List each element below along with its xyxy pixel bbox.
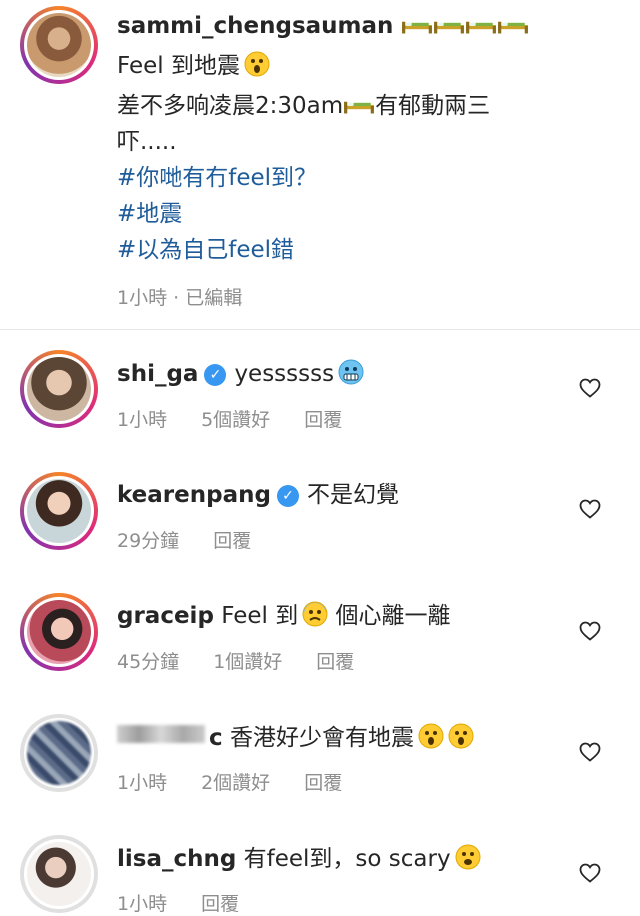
verified-badge-icon: ✓	[204, 364, 227, 386]
bed-icon	[465, 17, 497, 35]
comment-text-2: 個心離一離	[335, 603, 451, 629]
heart-outline-icon[interactable]	[578, 497, 602, 521]
comment-avatar[interactable]	[20, 714, 98, 792]
reply-button[interactable]: 回覆	[304, 409, 342, 431]
fearful-emoji	[302, 601, 328, 627]
divider	[0, 329, 640, 330]
post-text-line-1: Feel 到地震	[117, 53, 240, 79]
post-text-line-2a: 差不多响凌晨2:30am	[117, 93, 344, 119]
reply-button[interactable]: 回覆	[316, 651, 354, 673]
frowning-open-mouth-emoji	[455, 844, 481, 870]
comment-text: Feel 到	[221, 603, 299, 629]
comment-text: 有feel到，so scary	[243, 846, 451, 872]
astonished-emoji	[448, 723, 474, 749]
heart-outline-icon[interactable]	[578, 619, 602, 643]
comment-time: 29分鐘	[117, 530, 180, 552]
blurred-username	[117, 725, 205, 743]
comment-username[interactable]: graceip	[117, 603, 214, 629]
post-text-line-2b: 有郁動兩三	[375, 93, 491, 119]
comment-time: 1小時	[117, 409, 168, 431]
hashtag[interactable]: #你哋有冇feel到？	[117, 160, 317, 196]
verified-badge-icon: ✓	[276, 485, 299, 507]
bed-icon	[497, 17, 529, 35]
heart-outline-icon[interactable]	[578, 376, 602, 400]
hashtag[interactable]: #地震	[117, 196, 182, 232]
comment-time: 1小時	[117, 772, 168, 794]
comment-text: yessssss	[234, 361, 335, 387]
post-username[interactable]: sammi_chengsauman	[117, 13, 393, 39]
reply-button[interactable]: 回覆	[304, 772, 342, 794]
comment-username[interactable]: kearenpang	[117, 482, 271, 508]
heart-outline-icon[interactable]	[578, 740, 602, 764]
bed-icon	[343, 97, 375, 115]
comment-time: 45分鐘	[117, 651, 180, 673]
comment-username[interactable]: c	[209, 725, 223, 751]
heart-outline-icon[interactable]	[578, 861, 602, 885]
comment-likes[interactable]: 1個讚好	[213, 651, 282, 673]
comment-time: 1小時	[117, 893, 168, 915]
comment-username[interactable]: shi_ga	[117, 361, 198, 387]
post-text-line-3: 吓.....	[117, 129, 177, 155]
astonished-emoji	[244, 51, 270, 77]
comment-avatar[interactable]	[20, 350, 98, 428]
comment-avatar[interactable]	[20, 472, 98, 550]
comment-avatar[interactable]	[20, 835, 98, 913]
comment-likes[interactable]: 2個讚好	[201, 772, 270, 794]
post-caption: sammi_chengsauman Feel 到地震 差不多响凌晨2:30am 有…	[0, 0, 640, 330]
astonished-emoji	[418, 723, 444, 749]
comment-text: 不是幻覺	[306, 482, 399, 508]
comment-username[interactable]: lisa_chng	[117, 846, 236, 872]
comment-avatar[interactable]	[20, 593, 98, 671]
post-timestamp: 1小時 · 已編輯	[117, 287, 243, 309]
bed-icon	[433, 17, 465, 35]
post-author-avatar[interactable]	[20, 6, 98, 84]
reply-button[interactable]: 回覆	[201, 893, 239, 915]
comment-likes[interactable]: 5個讚好	[201, 409, 270, 431]
hashtag[interactable]: #以為自己feel錯	[117, 232, 294, 268]
cold-face-emoji	[338, 359, 364, 385]
comment-text: 香港好少會有地震	[229, 725, 414, 751]
reply-button[interactable]: 回覆	[213, 530, 251, 552]
bed-icon	[401, 17, 433, 35]
